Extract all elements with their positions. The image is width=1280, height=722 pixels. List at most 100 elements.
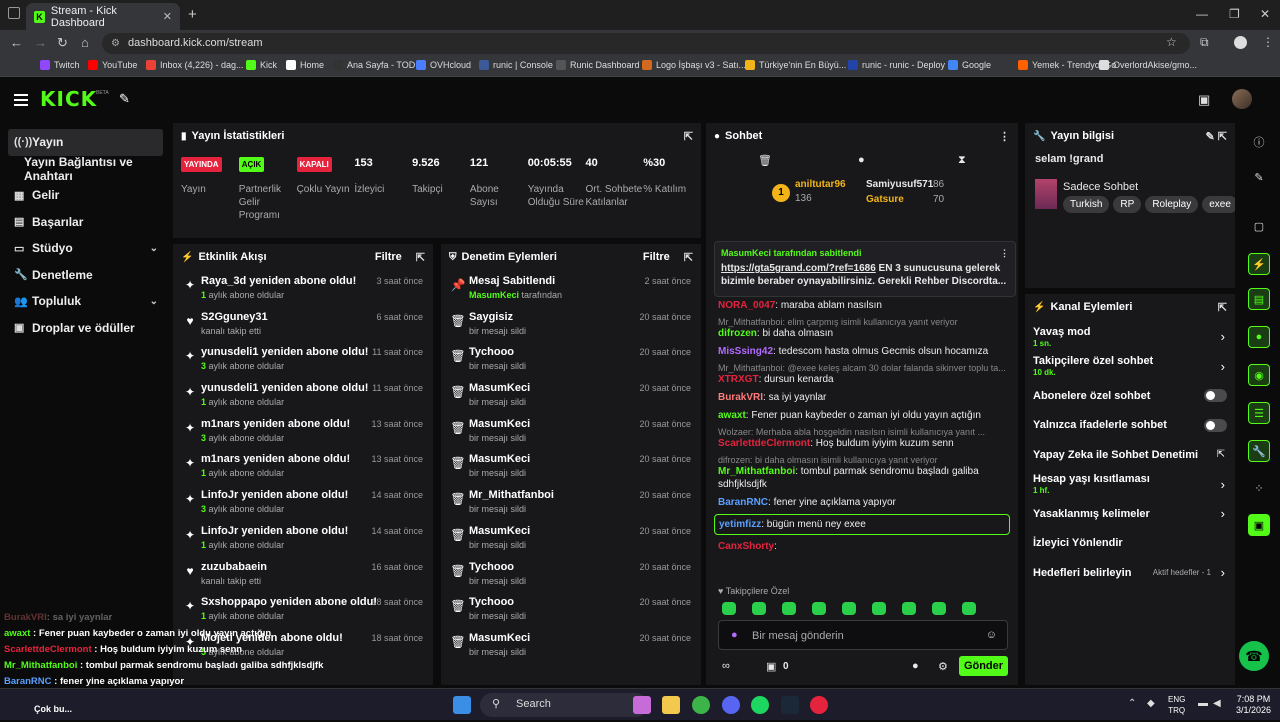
extensions-icon[interactable]: ⧉ (1200, 35, 1209, 50)
support-button[interactable]: ☎ (1239, 641, 1269, 671)
trash-icon[interactable]: 🗑 (758, 154, 772, 167)
back-icon[interactable]: ← (10, 35, 23, 50)
screen-icon[interactable]: ▢ (1248, 215, 1270, 237)
pinned-link[interactable]: https://gta5grand.com/?ref=1686 (721, 263, 876, 274)
chat-bubble-icon[interactable]: ● (858, 154, 865, 166)
list-icon[interactable]: ☰ (1248, 402, 1270, 424)
channel-action[interactable]: Yalnızca ifadelerle sohbet (1025, 411, 1235, 441)
bookmark-item[interactable]: YouTube (88, 60, 137, 70)
chat-message[interactable]: NORA_0047: maraba ablam nasılsın (706, 299, 1018, 312)
tab-search-icon[interactable] (8, 7, 20, 19)
discord-icon[interactable] (722, 696, 740, 714)
feed-item[interactable]: 🗑 Tychooo bir mesajı sildi 20 saat önce (447, 341, 701, 377)
emote-icon[interactable] (872, 602, 886, 615)
bookmark-item[interactable]: OverlordAkise/gmo... (1099, 60, 1197, 70)
bookmark-item[interactable]: runic | Console (479, 60, 553, 70)
bolt-icon[interactable]: ⚡ (1248, 253, 1270, 275)
chat-message[interactable]: ScarlettdeClermont: Hoş buldum iyiyim ku… (706, 437, 1018, 450)
channel-action[interactable]: Yapay Zeka ile Sohbet Denetimi ⇱ (1025, 440, 1235, 470)
emote-icon[interactable] (752, 602, 766, 615)
feed-item[interactable]: 🗑 Tychooo bir mesajı sildi 20 saat önce (447, 556, 701, 592)
leader-name[interactable]: Gatsure (866, 194, 904, 205)
filter-button[interactable]: Filtre (375, 251, 402, 263)
bookmark-item[interactable]: runic - runic - Deploy (848, 60, 945, 70)
feed-item[interactable]: ✦ m1nars yeniden abone oldu! 1 aylık abone… (179, 448, 433, 484)
game-icon[interactable]: ▣ (1248, 514, 1270, 536)
wrench-icon[interactable]: 🔧 (1248, 440, 1270, 462)
chat-username[interactable]: yetimfizz (719, 519, 761, 530)
tag-chip[interactable]: Roleplay (1145, 196, 1199, 213)
wallet-icon[interactable]: ▣ (1198, 92, 1210, 108)
forward-icon[interactable]: → (34, 35, 47, 50)
chat-username[interactable]: CanxShorty (718, 541, 774, 552)
home-icon[interactable]: ⌂ (81, 35, 89, 50)
minimize-icon[interactable]: — (1196, 7, 1208, 21)
feed-item[interactable]: 🗑 Tychooo bir mesajı sildi 20 saat önce (447, 591, 701, 627)
bookmark-item[interactable]: Türkiye'nin En Büyü... (745, 60, 846, 70)
points-icon[interactable]: ∞ (722, 660, 730, 672)
popout-icon[interactable]: ⇱ (1218, 301, 1227, 314)
feed-item[interactable]: ✦ yunusdeli1 yeniden abone oldu! 3 aylık a… (179, 341, 433, 377)
gift-box-icon[interactable]: ▣ (766, 660, 776, 673)
feed-item[interactable]: 🗑 MasumKeci bir mesajı sildi 20 saat önce (447, 627, 701, 663)
tag-chip[interactable]: exee (1202, 196, 1235, 213)
app-icon[interactable] (633, 696, 651, 714)
more-options-icon[interactable]: ⋮ (1000, 248, 1009, 259)
tray-chevron-icon[interactable]: ⌃ (1128, 698, 1136, 709)
chat-message[interactable]: yetimfizz: bügün menü ney exee (714, 514, 1010, 535)
toggle-switch[interactable] (1204, 389, 1227, 403)
sidebar-item[interactable]: ((·)) Yayın (8, 129, 163, 156)
more-menu-icon[interactable]: ⋮ (1262, 35, 1274, 49)
chat-message[interactable]: awaxt: Fener puan kaybeder o zaman iyi o… (706, 409, 1018, 422)
emote-icon[interactable] (812, 602, 826, 615)
feed-item[interactable]: ✦ LinfoJr yeniden abone oldu! 1 aylık abon… (179, 520, 433, 556)
edit-icon[interactable]: ✎ ⇱ (1206, 130, 1228, 143)
windows-start-icon[interactable] (453, 696, 471, 714)
pin-tool-icon[interactable]: ✎ (119, 91, 130, 107)
profile-icon[interactable] (1234, 36, 1247, 49)
toggle-switch[interactable] (1204, 418, 1227, 432)
app-icon[interactable] (810, 696, 828, 714)
filter-button[interactable]: Filtre (643, 251, 670, 263)
more-options-icon[interactable]: ⋮ (999, 130, 1010, 143)
sidebar-item[interactable]: ▭ Stüdyo ⌄ (0, 235, 172, 262)
channel-action[interactable]: Yasaklanmış kelimeler › (1025, 499, 1235, 529)
popout-icon[interactable]: ⇱ (416, 251, 425, 264)
send-button[interactable]: Gönder (959, 656, 1008, 676)
maximize-icon[interactable]: ❐ (1229, 7, 1240, 21)
mic-icon[interactable]: ● (731, 629, 738, 641)
bookmark-item[interactable]: Inbox (4,226) - dag... (146, 60, 244, 70)
bookmark-item[interactable]: Runic Dashboard (556, 60, 640, 70)
popout-icon[interactable]: ⇱ (684, 130, 693, 143)
kick-logo[interactable]: KICK (40, 87, 97, 111)
feed-item[interactable]: ✦ yunusdeli1 yeniden abone oldu! 1 aylık a… (179, 377, 433, 413)
feed-item[interactable]: 🗑 MasumKeci bir mesajı sildi 20 saat önce (447, 448, 701, 484)
bookmark-item[interactable]: Logo İşbaşı v3 - Satı... (642, 60, 746, 70)
emoji-icon[interactable]: ☺ (986, 629, 997, 641)
chat-icon[interactable]: ● (1248, 326, 1270, 348)
emote-icon[interactable] (782, 602, 796, 615)
channel-action[interactable]: Takipçilere özel sohbet 10 dk. › (1025, 352, 1235, 382)
chat-message[interactable]: difrozen: bi daha olmasın (706, 327, 1018, 340)
info-icon[interactable]: ⓘ (1248, 131, 1270, 153)
chrome-icon[interactable] (692, 696, 710, 714)
menu-icon[interactable] (14, 94, 28, 109)
leader-name[interactable]: aniltutar96 (795, 179, 846, 190)
feed-item[interactable]: 🗑 MasumKeci bir mesajı sildi 20 saat önce (447, 413, 701, 449)
chat-username[interactable]: awaxt (718, 410, 746, 421)
taskbar-search[interactable]: ⚲ Search (480, 693, 648, 717)
sidebar-item[interactable]: ▣ Droplar ve ödüller (0, 315, 172, 342)
bookmark-item[interactable]: Home (286, 60, 324, 70)
browser-tab[interactable]: K Stream - Kick Dashboard ✕ (26, 3, 180, 30)
clock[interactable]: 7:08 PM 3/1/2026 (1236, 694, 1271, 716)
bookmark-item[interactable]: Kick (246, 60, 277, 70)
channel-action[interactable]: İzleyici Yönlendir (1025, 529, 1235, 559)
tray-icon[interactable]: ◆ (1147, 698, 1155, 709)
close-tab-icon[interactable]: ✕ (163, 10, 172, 23)
bookmark-item[interactable]: OVHcloud (416, 60, 471, 70)
language-indicator[interactable]: ENG TRQ (1168, 694, 1185, 716)
bookmark-item[interactable]: Google (948, 60, 991, 70)
emote-icon[interactable] (932, 602, 946, 615)
chat-message[interactable]: CanxShorty: (706, 540, 1018, 553)
chat-message[interactable]: BurakVRI: sa iyi yaynlar (706, 391, 1018, 404)
